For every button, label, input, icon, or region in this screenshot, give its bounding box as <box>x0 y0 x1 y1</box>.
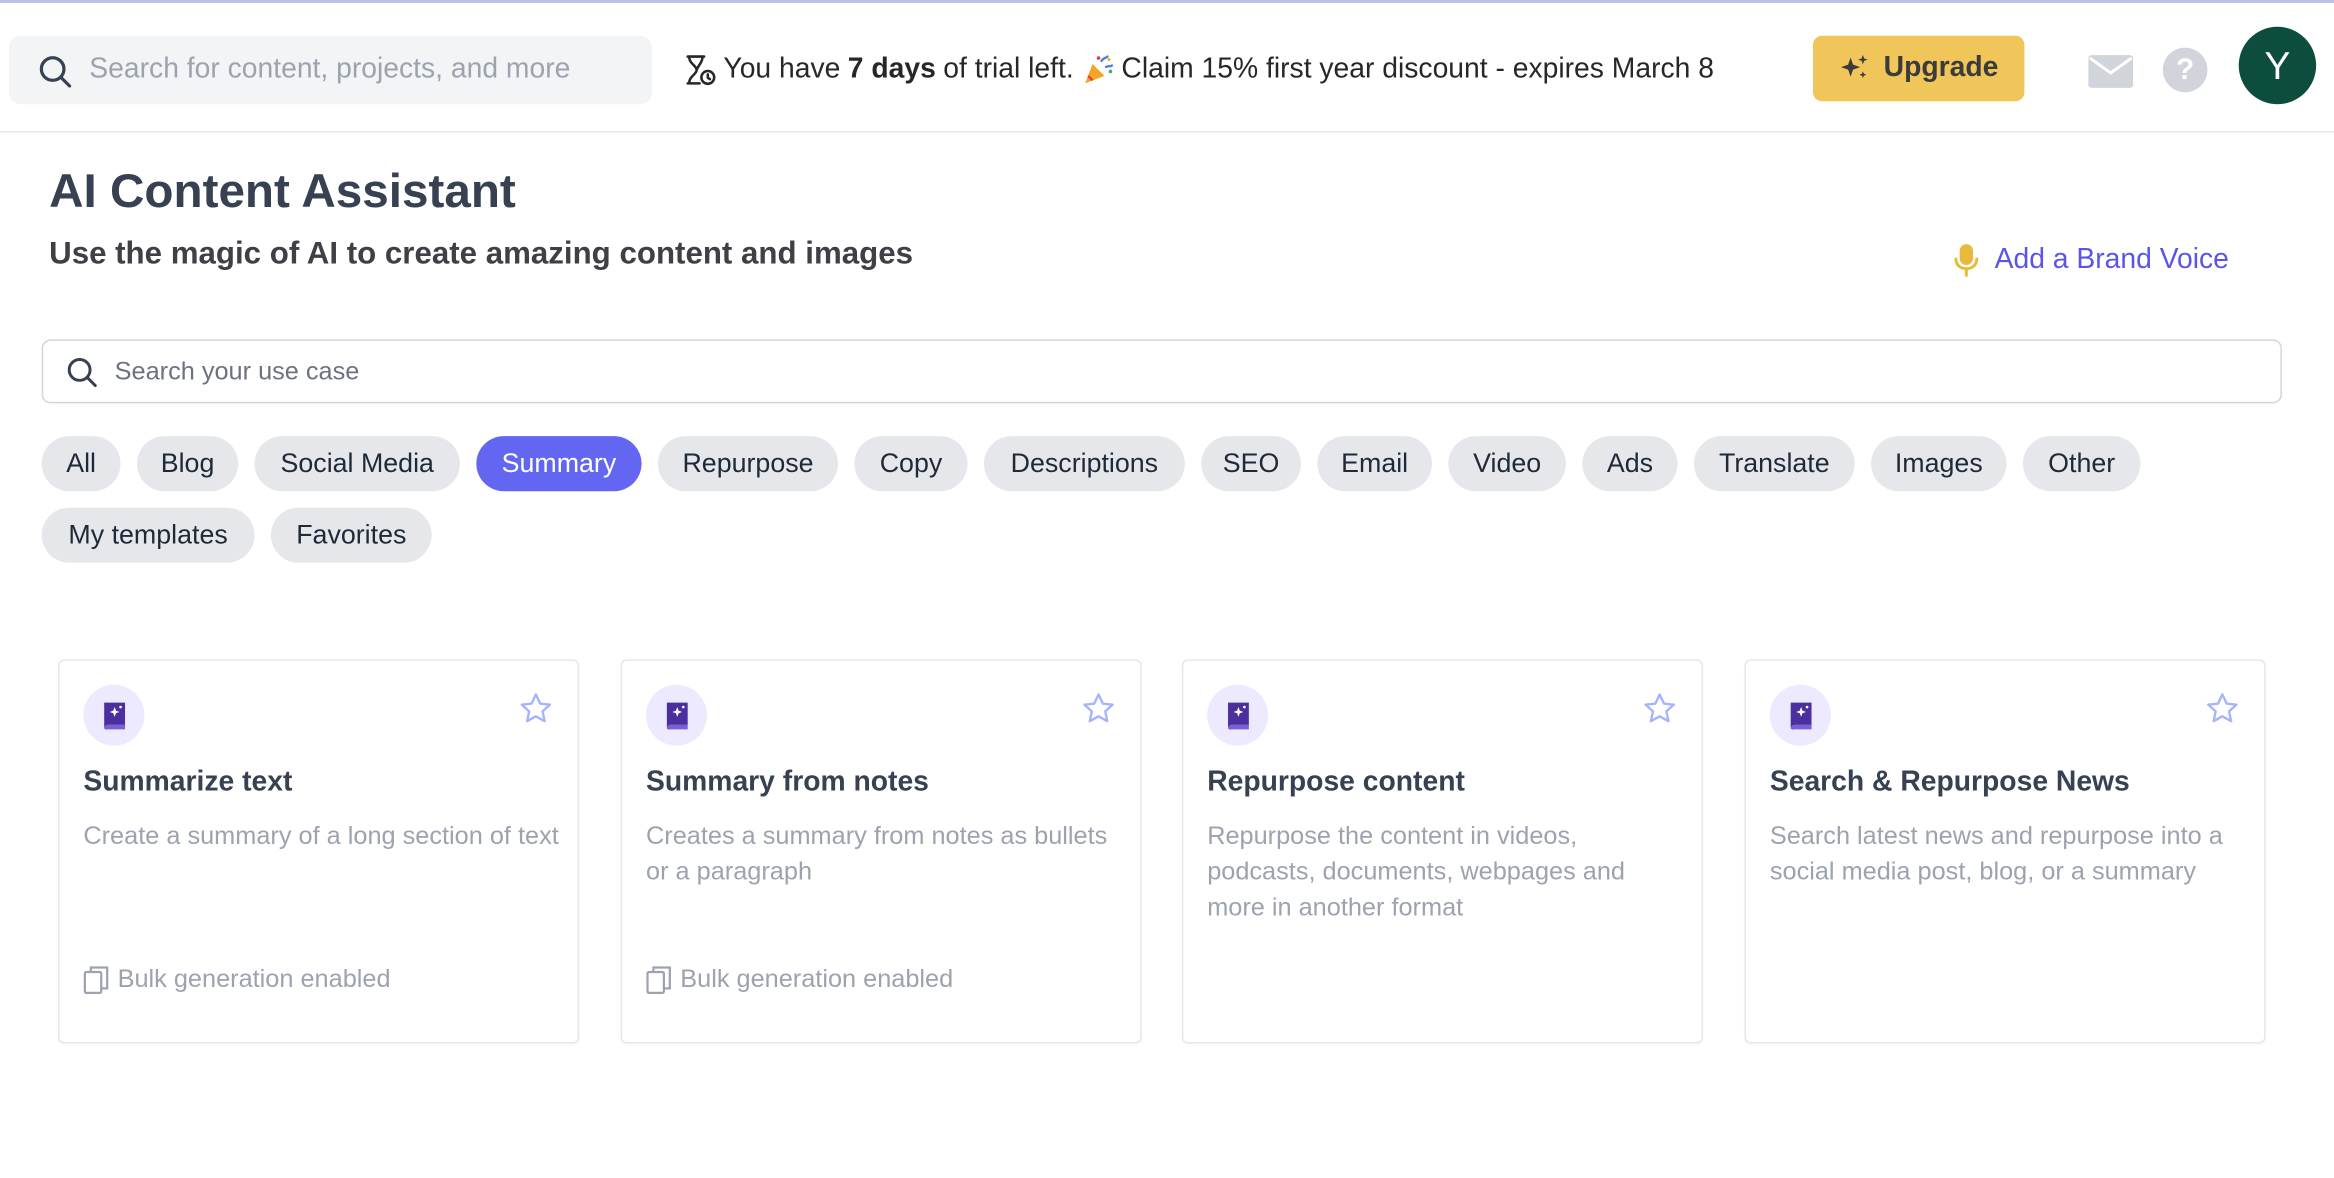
card-description: Create a summary of a long section of te… <box>83 821 559 850</box>
filter-chip-blog[interactable]: Blog <box>136 436 239 492</box>
hourglass-icon <box>686 55 716 86</box>
mail-icon[interactable] <box>2087 52 2135 91</box>
card-title: Repurpose content <box>1207 766 1465 798</box>
template-card-repurpose-content[interactable]: Repurpose content Repurpose the content … <box>1181 659 1703 1044</box>
global-search-input[interactable] <box>89 50 641 90</box>
sparkles-icon <box>1841 54 1869 79</box>
star-icon[interactable] <box>1642 691 1678 727</box>
filter-chip-favorites[interactable]: Favorites <box>270 507 432 563</box>
filter-chip-copy[interactable]: Copy <box>854 436 968 492</box>
add-brand-voice-label: Add a Brand Voice <box>1994 244 2229 276</box>
filter-chip-images[interactable]: Images <box>1871 436 2007 492</box>
card-description: Repurpose the content in videos, podcast… <box>1207 821 1625 922</box>
bulk-generation-label: Bulk generation enabled <box>117 964 391 993</box>
trial-prefix: You have <box>723 53 841 85</box>
magic-book-icon <box>1789 701 1811 729</box>
card-description: Search latest news and repurpose into a … <box>1769 821 2223 886</box>
magic-book-icon <box>1227 701 1249 729</box>
search-icon <box>39 56 72 88</box>
filter-chip-email[interactable]: Email <box>1317 436 1432 492</box>
card-description: Creates a summary from notes as bullets … <box>646 821 1108 886</box>
card-icon-badge <box>1207 684 1269 746</box>
filter-chip-summary[interactable]: Summary <box>476 436 642 492</box>
card-icon-badge <box>1769 684 1831 746</box>
trial-banner: You have 7 days of trial left. Claim 15%… <box>682 49 1714 91</box>
filter-chip-video[interactable]: Video <box>1448 436 1566 492</box>
avatar-initial: Y <box>2264 42 2291 88</box>
global-search[interactable] <box>8 35 652 105</box>
party-popper-icon <box>1085 55 1114 84</box>
page-title: AI Content Assistant <box>49 163 516 218</box>
bulk-generation-note: Bulk generation enabled <box>646 965 953 995</box>
template-card-search-repurpose-news[interactable]: Search & Repurpose News Search latest ne… <box>1744 659 2266 1044</box>
magic-book-icon <box>666 701 687 729</box>
help-glyph: ? <box>2176 52 2195 86</box>
card-icon-badge <box>646 684 708 746</box>
bulk-generation-note: Bulk generation enabled <box>83 964 391 995</box>
upgrade-button[interactable]: Upgrade <box>1813 35 2025 102</box>
copy-icon <box>83 965 109 994</box>
star-icon[interactable] <box>1081 691 1117 727</box>
filter-chip-all[interactable]: All <box>41 436 121 492</box>
usecase-search[interactable] <box>41 339 2282 404</box>
page-subtitle: Use the magic of AI to create amazing co… <box>49 236 914 271</box>
filter-chip-ads[interactable]: Ads <box>1582 436 1678 492</box>
top-bar: You have 7 days of trial left. Claim 15%… <box>0 3 2334 133</box>
filter-chip-repurpose[interactable]: Repurpose <box>657 436 839 492</box>
trial-offer[interactable]: Claim 15% first year discount - expires … <box>1121 54 1714 87</box>
copy-icon <box>646 965 671 994</box>
template-card-summarize-text[interactable]: Summarize text Create a summary of a lon… <box>58 659 580 1044</box>
usecase-search-input[interactable] <box>114 354 2199 390</box>
avatar[interactable]: Y <box>2238 26 2317 105</box>
card-title: Summary from notes <box>646 766 929 798</box>
microphone-icon <box>1954 244 1979 277</box>
card-icon-badge <box>83 684 145 746</box>
add-brand-voice-link[interactable]: Add a Brand Voice <box>1953 241 2229 280</box>
star-icon[interactable] <box>518 691 554 727</box>
help-icon[interactable]: ? <box>2162 47 2208 93</box>
search-icon <box>67 357 97 388</box>
filter-chip-seo[interactable]: SEO <box>1201 436 1301 492</box>
ai-content-assistant-page: You have 7 days of trial left. Claim 15%… <box>0 0 2334 1175</box>
filter-chip-descriptions[interactable]: Descriptions <box>983 436 1185 492</box>
filter-chip-other[interactable]: Other <box>2022 436 2141 492</box>
card-title: Search & Repurpose News <box>1769 766 2130 798</box>
magic-book-icon <box>103 701 125 729</box>
card-title: Summarize text <box>83 766 293 798</box>
bulk-generation-label: Bulk generation enabled <box>680 964 954 993</box>
template-card-summary-from-notes[interactable]: Summary from notes Creates a summary fro… <box>620 659 1142 1044</box>
trial-suffix: of trial left. <box>943 53 1074 85</box>
filter-chip-social-media[interactable]: Social Media <box>254 436 460 492</box>
upgrade-label: Upgrade <box>1883 52 1999 84</box>
trial-days: 7 days <box>847 53 936 85</box>
filter-chip-translate[interactable]: Translate <box>1693 436 1855 492</box>
filter-chip-my-templates[interactable]: My templates <box>41 507 255 563</box>
star-icon[interactable] <box>2204 691 2240 727</box>
